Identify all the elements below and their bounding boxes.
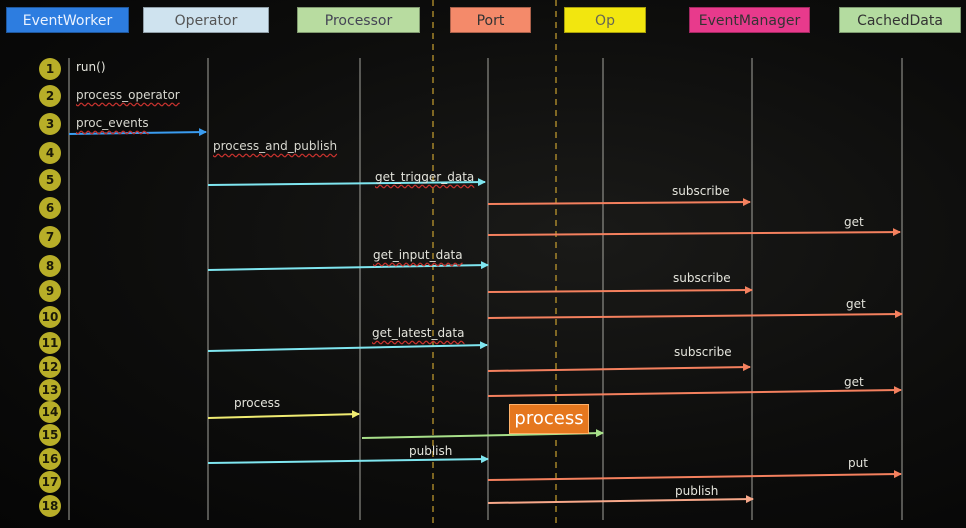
step-number: 9 xyxy=(39,280,61,302)
message-label: subscribe xyxy=(672,184,730,198)
step-number: 14 xyxy=(39,401,61,423)
message-label: subscribe xyxy=(674,345,732,359)
step-number: 1 xyxy=(39,58,61,80)
step-number: 2 xyxy=(39,85,61,107)
message-label: put xyxy=(848,456,868,470)
message-label: get xyxy=(844,215,864,229)
step-number: 8 xyxy=(39,255,61,277)
message-arrow xyxy=(487,310,903,319)
note-process-and-publish: process_and_publish xyxy=(213,139,338,153)
step-number: 15 xyxy=(39,424,61,446)
step-number: 4 xyxy=(39,142,61,164)
message-label: publish xyxy=(409,444,453,458)
message-arrow xyxy=(487,363,751,372)
message-arrow xyxy=(207,261,489,271)
note-process-operator: process_operator xyxy=(76,88,180,102)
message-arrow xyxy=(207,455,489,464)
step-number: 18 xyxy=(39,495,61,517)
message-label: get xyxy=(846,297,866,311)
diagram-lines xyxy=(68,0,903,528)
message-arrow xyxy=(487,495,754,504)
step-number: 12 xyxy=(39,356,61,378)
message-arrow xyxy=(487,228,901,237)
message-arrow xyxy=(487,386,902,397)
proc-events-arrow xyxy=(68,128,207,137)
message-arrow xyxy=(487,198,751,207)
step-number: 3 xyxy=(39,113,61,135)
step-number: 13 xyxy=(39,379,61,401)
sequence-diagram: EventWorker Operator Processor Port Op E… xyxy=(0,0,966,528)
message-arrow xyxy=(207,341,488,352)
process-badge: process xyxy=(509,404,589,434)
message-label: get xyxy=(844,375,864,389)
message-arrow xyxy=(487,286,753,295)
step-number: 16 xyxy=(39,448,61,470)
step-number: 7 xyxy=(39,226,61,248)
message-arrow xyxy=(207,410,360,419)
step-number: 6 xyxy=(39,197,61,219)
message-arrow xyxy=(487,470,902,481)
step-number: 5 xyxy=(39,169,61,191)
message-label: get_trigger_data xyxy=(375,170,475,184)
note-run: run() xyxy=(76,60,106,74)
note-proc-events: proc_events xyxy=(76,116,149,130)
message-label: publish xyxy=(675,484,719,498)
step-number: 11 xyxy=(39,332,61,354)
step-number: 10 xyxy=(39,306,61,328)
message-label: process xyxy=(234,396,281,410)
step-number: 17 xyxy=(39,471,61,493)
message-label: get_latest_data xyxy=(372,326,465,340)
message-label: get_input_data xyxy=(373,248,463,262)
message-label: subscribe xyxy=(673,271,731,285)
